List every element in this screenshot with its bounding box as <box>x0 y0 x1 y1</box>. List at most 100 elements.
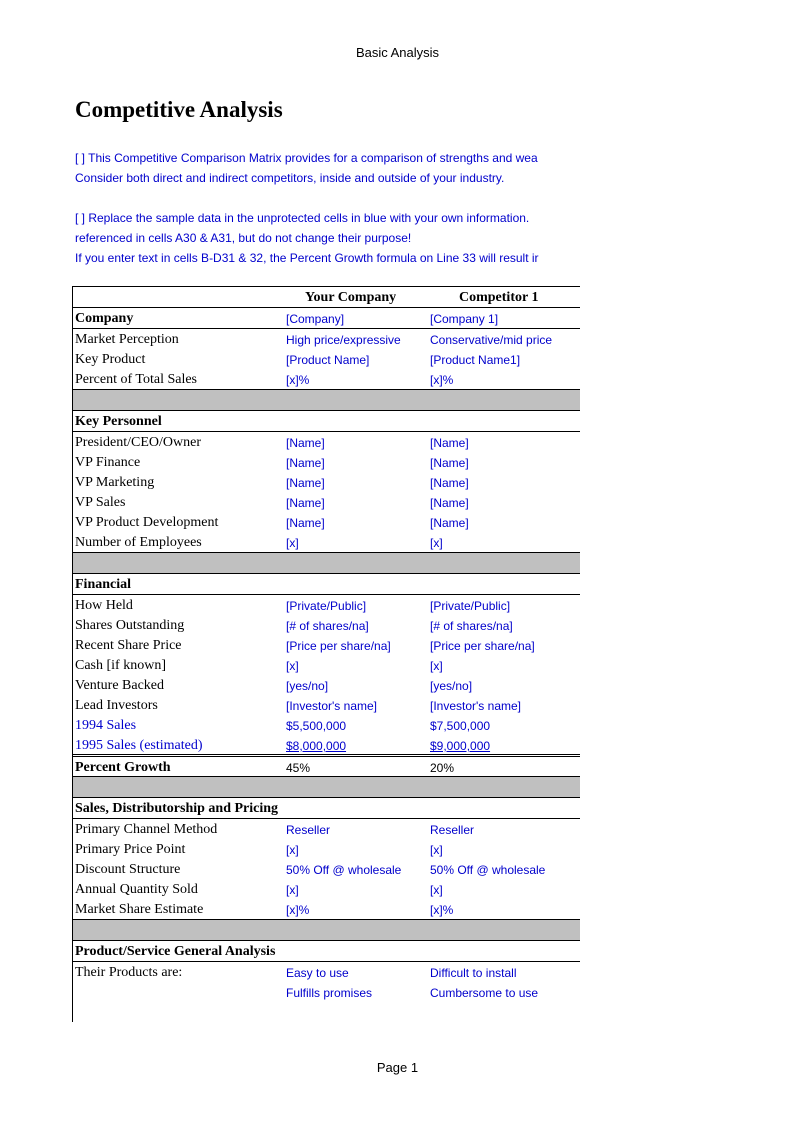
cell-your-company[interactable]: [Private/Public] <box>286 595 366 615</box>
cell-label: President/CEO/Owner <box>75 435 201 450</box>
cell-competitor-1[interactable]: [Investor's name] <box>430 695 521 715</box>
section-separator <box>73 553 580 574</box>
cell-label: Sales, Distributorship and Pricing <box>75 801 279 816</box>
cell-competitor-1[interactable]: [Name] <box>430 472 469 492</box>
competitive-matrix: Your Company Competitor 1 Company [Compa… <box>72 286 580 1022</box>
cell-your-company[interactable]: Easy to use <box>286 962 349 982</box>
cell-your-company[interactable]: [Name] <box>286 512 325 532</box>
cell-competitor-1[interactable]: [x] <box>430 655 443 675</box>
table-row: Percent of Total Sales [x]% [x]% <box>73 369 580 390</box>
table-row: VP Sales [Name] [Name] <box>73 492 580 512</box>
cell-your-company[interactable]: Fulfills promises <box>286 982 372 1002</box>
cell-your-company[interactable]: [yes/no] <box>286 675 328 695</box>
page-header: Basic Analysis <box>355 45 440 60</box>
cell-your-company[interactable]: [x]% <box>286 369 309 389</box>
table-row: Their Products are: Easy to use Difficul… <box>73 962 580 982</box>
cell-your-company[interactable]: [Company] <box>286 308 344 328</box>
cell-your-company[interactable]: [x] <box>286 879 299 899</box>
cell-competitor-1[interactable]: $9,000,000 <box>430 735 490 755</box>
cell-competitor-1[interactable]: [Price per share/na] <box>430 635 535 655</box>
table-row: 1994 Sales $5,500,000 $7,500,000 <box>73 715 580 735</box>
table-row: 1995 Sales (estimated) $8,000,000 $9,000… <box>73 735 580 757</box>
column-header-row: Your Company Competitor 1 <box>73 286 580 308</box>
cell-your-company[interactable]: [x] <box>286 839 299 859</box>
instruction-gap <box>75 188 579 208</box>
table-row: Cash [if known] [x] [x] <box>73 655 580 675</box>
section-heading-company[interactable]: Company [Company] [Company 1] <box>73 308 580 329</box>
cell-label: VP Finance <box>75 455 141 470</box>
table-row: Discount Structure 50% Off @ wholesale 5… <box>73 859 580 879</box>
cell-your-company[interactable]: [x] <box>286 532 299 552</box>
cell-competitor-1[interactable]: Reseller <box>430 819 474 839</box>
cell-competitor-1[interactable]: [# of shares/na] <box>430 615 513 635</box>
instruction-line: If you enter text in cells B-D31 & 32, t… <box>75 251 539 265</box>
cell-competitor-1[interactable]: [x] <box>430 532 443 552</box>
cell-label: Financial <box>75 577 132 592</box>
section-heading-key-personnel: Key Personnel <box>73 411 580 432</box>
cell-competitor-1[interactable]: Cumbersome to use <box>430 982 538 1002</box>
cell-competitor-1[interactable]: $7,500,000 <box>430 715 490 735</box>
cell-competitor-1[interactable]: [Company 1] <box>430 308 498 328</box>
section-heading-product: Product/Service General Analysis <box>73 941 580 962</box>
cell-competitor-1[interactable]: [x]% <box>430 899 453 919</box>
column-header-your-company: Your Company <box>305 290 397 305</box>
cell-your-company[interactable]: [x] <box>286 655 299 675</box>
instruction-line: referenced in cells A30 & A31, but do no… <box>75 231 412 245</box>
section-separator <box>73 920 580 941</box>
cell-your-company[interactable]: Reseller <box>286 819 330 839</box>
cell-competitor-1[interactable]: [x] <box>430 839 443 859</box>
cell-competitor-1[interactable]: [Name] <box>430 452 469 472</box>
page-title: Competitive Analysis <box>75 97 283 122</box>
cell-competitor-1[interactable]: [Private/Public] <box>430 595 510 615</box>
cell-label: Percent Growth <box>75 760 171 775</box>
instruction-line: Consider both direct and indirect compet… <box>75 171 505 185</box>
cell-your-company[interactable]: [Investor's name] <box>286 695 377 715</box>
page-footer: Page 1 <box>376 1060 419 1075</box>
cell-label: Discount Structure <box>75 862 181 877</box>
table-row: Market Perception High price/expressive … <box>73 329 580 349</box>
cell-label: Recent Share Price <box>75 638 182 653</box>
cell-competitor-1[interactable]: Difficult to install <box>430 962 516 982</box>
cell-your-company[interactable]: [Product Name] <box>286 349 369 369</box>
cell-competitor-1[interactable]: [Name] <box>430 512 469 532</box>
cell-label: VP Product Development <box>75 515 219 530</box>
cell-label: Key Personnel <box>75 414 162 429</box>
cell-competitor-1: 20% <box>430 761 455 775</box>
cell-your-company[interactable]: $8,000,000 <box>286 735 346 755</box>
cell-competitor-1[interactable]: 50% Off @ wholesale <box>430 859 545 879</box>
cell-your-company[interactable]: $5,500,000 <box>286 715 346 735</box>
cell-your-company[interactable]: [x]% <box>286 899 309 919</box>
table-row: Fulfills promises Cumbersome to use <box>73 982 580 1002</box>
cell-your-company[interactable]: [Name] <box>286 472 325 492</box>
section-separator <box>73 390 580 411</box>
table-row: Number of Employees [x] [x] <box>73 532 580 553</box>
cell-competitor-1[interactable]: [yes/no] <box>430 675 472 695</box>
cell-your-company[interactable]: [Price per share/na] <box>286 635 391 655</box>
cell-label: Number of Employees <box>75 535 202 550</box>
cell-your-company[interactable]: [# of shares/na] <box>286 615 369 635</box>
cell-competitor-1[interactable]: [x] <box>430 879 443 899</box>
cell-competitor-1[interactable]: Conservative/mid price <box>430 329 552 349</box>
cell-your-company[interactable]: [Name] <box>286 432 325 452</box>
cell-label[interactable]: 1995 Sales (estimated) <box>75 735 203 755</box>
cell-label: Their Products are: <box>75 965 183 980</box>
cell-label: Product/Service General Analysis <box>75 944 276 959</box>
table-row: VP Product Development [Name] [Name] <box>73 512 580 532</box>
cell-label: Venture Backed <box>75 678 165 693</box>
cell-label[interactable]: 1994 Sales <box>75 715 136 735</box>
section-separator <box>73 777 580 798</box>
cell-competitor-1[interactable]: [Name] <box>430 432 469 452</box>
table-row: How Held [Private/Public] [Private/Publi… <box>73 595 580 615</box>
cell-your-company[interactable]: 50% Off @ wholesale <box>286 859 401 879</box>
cell-label: VP Marketing <box>75 475 155 490</box>
cell-competitor-1[interactable]: [x]% <box>430 369 453 389</box>
cell-your-company[interactable]: High price/expressive <box>286 329 401 349</box>
cell-your-company[interactable]: [Name] <box>286 492 325 512</box>
cell-label: How Held <box>75 598 133 613</box>
instructions: [ ] This Competitive Comparison Matrix p… <box>75 148 579 268</box>
percent-growth-row: Percent Growth 45% 20% <box>73 757 580 777</box>
cell-your-company[interactable]: [Name] <box>286 452 325 472</box>
cell-competitor-1[interactable]: [Product Name1] <box>430 349 520 369</box>
cell-competitor-1[interactable]: [Name] <box>430 492 469 512</box>
table-row: VP Finance [Name] [Name] <box>73 452 580 472</box>
